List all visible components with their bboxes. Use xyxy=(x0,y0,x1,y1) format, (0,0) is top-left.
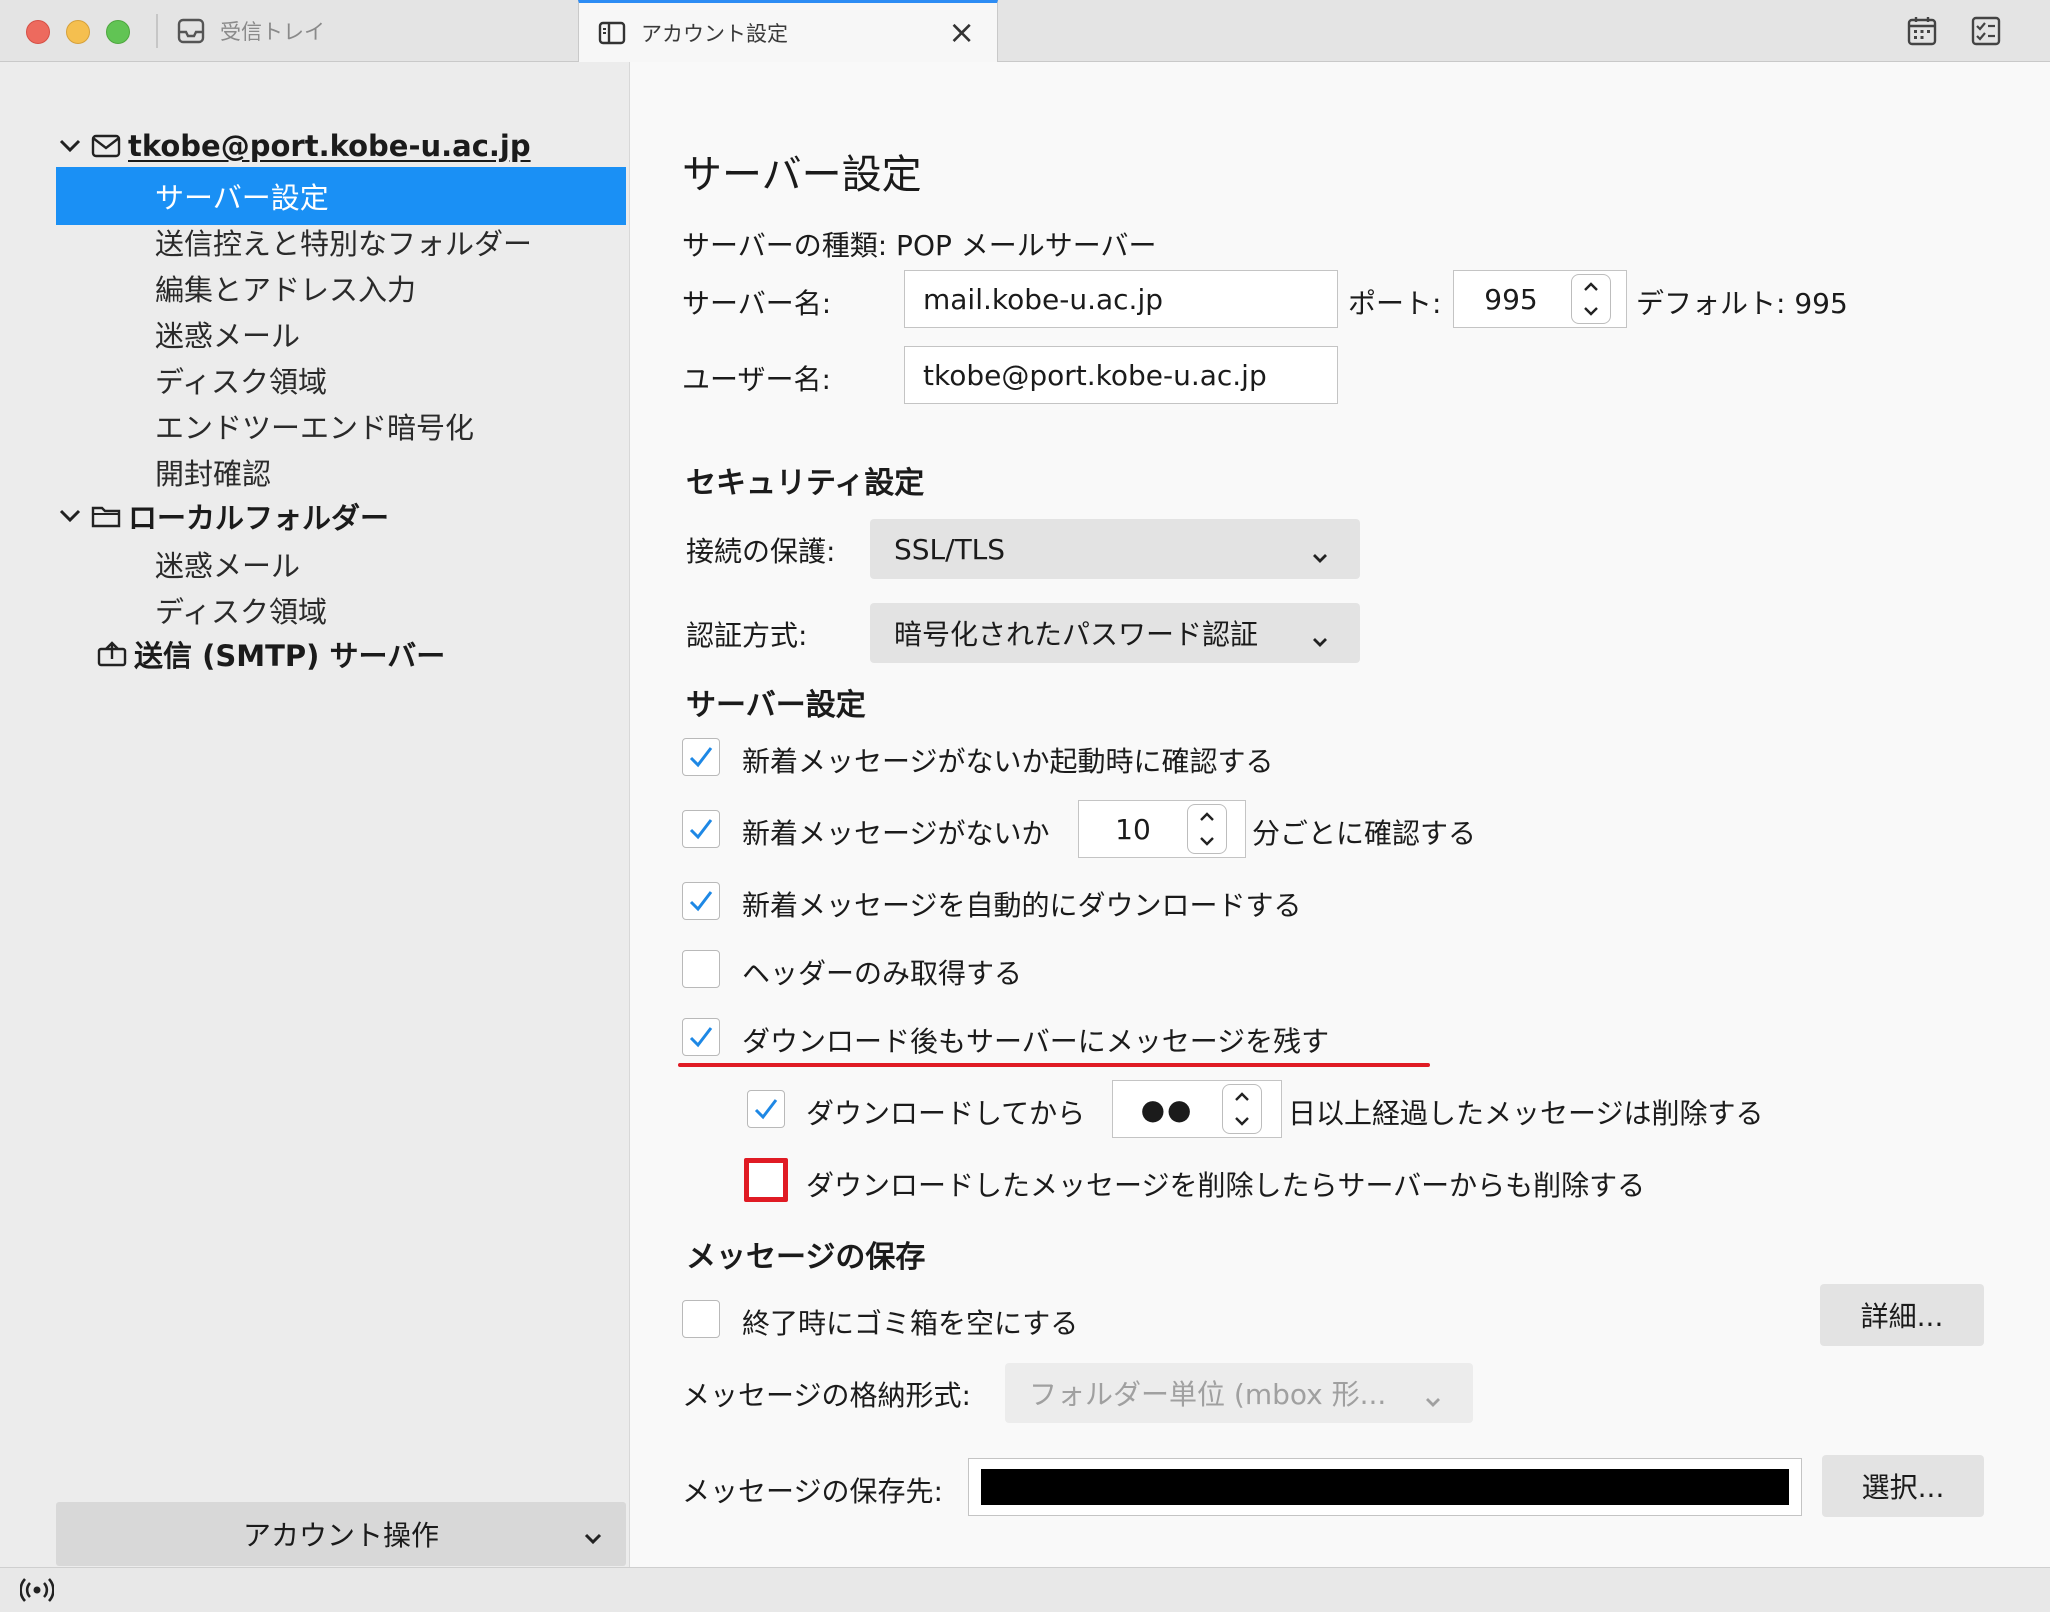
close-tab-icon[interactable]: × xyxy=(948,16,975,48)
checkmark-icon xyxy=(689,747,713,768)
mail-icon xyxy=(90,131,122,161)
delete-after-days-suffix: 日以上経過したメッセージは削除する xyxy=(1288,1097,1764,1130)
highlight-underline xyxy=(678,1063,1430,1067)
empty-trash-checkbox[interactable] xyxy=(682,1300,720,1338)
auto-download-checkbox[interactable] xyxy=(682,882,720,920)
delete-after-days-checkbox[interactable] xyxy=(747,1090,785,1128)
chevron-down-icon[interactable] xyxy=(56,504,84,529)
stepper-down-icon[interactable] xyxy=(1223,1109,1261,1133)
page-title: サーバー設定 xyxy=(682,152,922,198)
checkmark-icon xyxy=(689,1027,713,1048)
empty-trash-label: 終了時にゴミ箱を空にする xyxy=(742,1307,1079,1340)
stepper-down-icon[interactable] xyxy=(1188,829,1226,853)
local-folders-label: ローカルフォルダー xyxy=(128,501,390,535)
security-heading: セキュリティ設定 xyxy=(686,466,925,501)
calendar-icon[interactable] xyxy=(1905,14,1939,48)
check-on-startup-checkbox[interactable] xyxy=(682,738,720,776)
online-status-icon[interactable] xyxy=(19,1576,55,1608)
user-name-label: ユーザー名: xyxy=(682,363,831,396)
headers-only-label: ヘッダーのみ取得する xyxy=(742,957,1023,990)
redacted-path xyxy=(981,1469,1789,1505)
auto-download-label: 新着メッセージを自動的にダウンロードする xyxy=(742,889,1302,922)
outgoing-server-icon xyxy=(96,639,128,669)
minimize-window-button[interactable] xyxy=(66,20,90,44)
port-stepper[interactable] xyxy=(1571,274,1611,324)
check-on-startup-label: 新着メッセージがないか起動時に確認する xyxy=(742,745,1274,778)
connection-security-label: 接続の保護: xyxy=(686,535,836,568)
browse-button[interactable]: 選択... xyxy=(1822,1455,1984,1517)
account-settings-icon xyxy=(597,18,627,48)
smtp-tree-node[interactable]: 送信 (SMTP) サーバー xyxy=(96,626,445,682)
server-name-input[interactable]: mail.kobe-u.ac.jp xyxy=(904,270,1338,328)
server-settings-heading: サーバー設定 xyxy=(686,688,866,723)
chevron-down-icon[interactable] xyxy=(56,134,84,159)
account-actions-button[interactable]: アカウント操作 xyxy=(56,1502,626,1566)
checkmark-icon xyxy=(689,891,713,912)
check-every-label: 新着メッセージがないか xyxy=(742,817,1050,850)
delete-after-days-label: ダウンロードしてから xyxy=(806,1097,1086,1130)
advanced-button[interactable]: 詳細... xyxy=(1820,1284,1984,1346)
stepper-up-icon[interactable] xyxy=(1188,805,1226,829)
chevron-down-icon xyxy=(582,1520,604,1553)
tab-inbox-label: 受信トレイ xyxy=(220,20,325,44)
auth-method-select[interactable]: 暗号化されたパスワード認証 xyxy=(870,603,1360,663)
checkmark-icon xyxy=(689,819,713,840)
tasks-icon[interactable] xyxy=(1969,14,2003,48)
account-name: tkobe@port.kobe-u.ac.jp xyxy=(128,129,531,163)
headers-only-checkbox[interactable] xyxy=(682,950,720,988)
stepper-down-icon[interactable] xyxy=(1572,299,1610,323)
storage-location-input[interactable] xyxy=(968,1458,1802,1516)
chevron-down-icon xyxy=(1423,1383,1443,1416)
folder-icon xyxy=(90,501,122,531)
delete-after-days-stepper[interactable] xyxy=(1222,1084,1262,1134)
connection-security-select[interactable]: SSL/TLS xyxy=(870,519,1360,579)
account-tree-node[interactable]: tkobe@port.kobe-u.ac.jp xyxy=(56,118,531,174)
user-name-input[interactable]: tkobe@port.kobe-u.ac.jp xyxy=(904,346,1338,404)
chevron-down-icon xyxy=(1310,623,1330,656)
storage-location-label: メッセージの保存先: xyxy=(682,1475,943,1508)
port-label: ポート: xyxy=(1348,287,1442,320)
checkmark-icon xyxy=(754,1099,778,1120)
storage-heading: メッセージの保存 xyxy=(686,1240,926,1275)
delete-from-server-label: ダウンロードしたメッセージを削除したらサーバーからも削除する xyxy=(806,1169,1646,1202)
server-type: サーバーの種類: POP メールサーバー xyxy=(682,229,1157,262)
account-sidebar: tkobe@port.kobe-u.ac.jp サーバー設定 送信控えと特別なフ… xyxy=(0,62,630,1567)
tab-separator xyxy=(156,14,158,48)
delete-from-server-checkbox[interactable] xyxy=(744,1158,788,1202)
zoom-window-button[interactable] xyxy=(106,20,130,44)
close-window-button[interactable] xyxy=(26,20,50,44)
leave-on-server-label: ダウンロード後もサーバーにメッセージを残す xyxy=(742,1025,1330,1058)
check-every-checkbox[interactable] xyxy=(682,810,720,848)
check-every-suffix: 分ごとに確認する xyxy=(1252,817,1477,850)
check-interval-stepper[interactable] xyxy=(1187,804,1227,854)
chevron-down-icon xyxy=(1310,539,1330,572)
smtp-label: 送信 (SMTP) サーバー xyxy=(134,639,446,673)
inbox-icon xyxy=(176,16,206,46)
auth-method-label: 認証方式: xyxy=(686,619,808,652)
status-bar xyxy=(0,1567,2050,1612)
tab-account-settings-label: アカウント設定 xyxy=(641,21,788,46)
server-name-label: サーバー名: xyxy=(682,287,832,320)
tab-inbox[interactable]: 受信トレイ xyxy=(176,0,576,62)
default-port: デフォルト: 995 xyxy=(1636,287,1848,320)
storage-format-select[interactable]: フォルダー単位 (mbox 形... xyxy=(1005,1363,1473,1423)
leave-on-server-checkbox[interactable] xyxy=(682,1018,720,1056)
tab-account-settings[interactable]: アカウント設定 × xyxy=(578,0,998,62)
stepper-up-icon[interactable] xyxy=(1572,275,1610,299)
storage-format-label: メッセージの格納形式: xyxy=(682,1379,971,1412)
server-settings-panel: サーバー設定 サーバーの種類: POP メールサーバー サーバー名: mail.… xyxy=(630,62,2050,1567)
title-bar: 受信トレイ アカウント設定 × xyxy=(0,0,2050,62)
stepper-up-icon[interactable] xyxy=(1223,1085,1261,1109)
